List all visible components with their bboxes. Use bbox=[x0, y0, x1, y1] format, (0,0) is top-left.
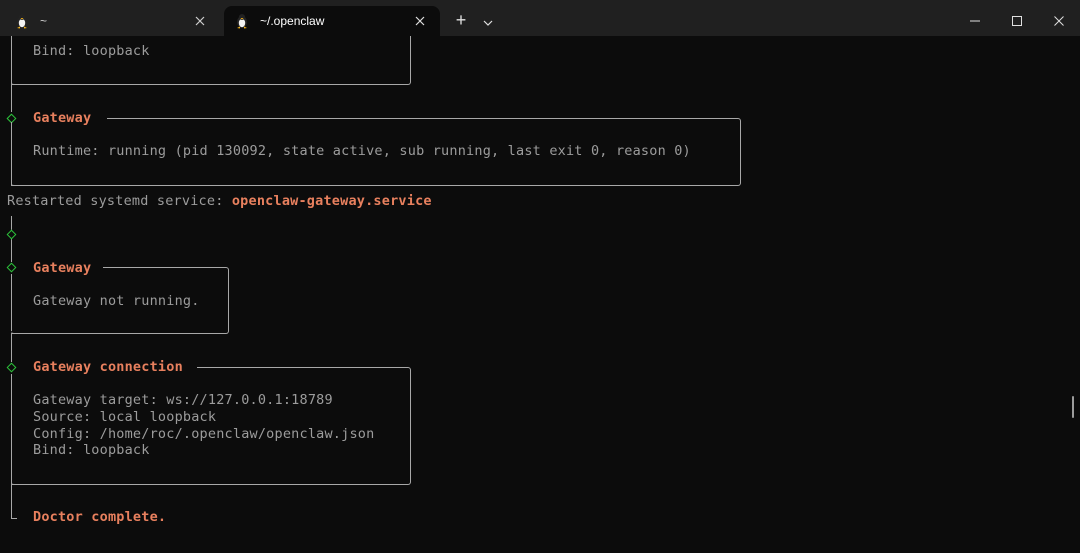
linux-penguin-icon bbox=[14, 13, 30, 29]
tab-label: ~ bbox=[40, 14, 48, 28]
bind-line: Bind: loopback bbox=[33, 43, 150, 59]
gateway-heading: Gateway bbox=[33, 110, 92, 126]
box-corner bbox=[11, 184, 21, 186]
doctor-complete: Doctor complete. bbox=[33, 509, 167, 525]
tab-home[interactable]: ~ bbox=[4, 6, 220, 36]
connection-line: Config: /home/roc/.openclaw/openclaw.jso… bbox=[33, 426, 375, 442]
connection-heading: Gateway connection bbox=[33, 359, 183, 375]
close-window-button[interactable] bbox=[1044, 6, 1074, 34]
restarted-prefix: Restarted systemd service: bbox=[7, 193, 232, 209]
minimize-icon bbox=[970, 11, 980, 30]
connection-line: Source: local loopback bbox=[33, 409, 217, 425]
terminal-output[interactable]: Bind: loopback Gateway Gateway Runtime: … bbox=[0, 36, 1080, 553]
close-icon bbox=[1054, 11, 1064, 30]
connection-line: Bind: loopback bbox=[33, 442, 150, 458]
tab-openclaw[interactable]: ~/.openclaw bbox=[224, 6, 440, 36]
scrollbar-thumb[interactable] bbox=[1072, 396, 1074, 418]
gateway-heading: Gateway bbox=[33, 260, 92, 276]
box-corner bbox=[11, 84, 23, 85]
close-tab-icon[interactable] bbox=[190, 11, 210, 31]
minimize-button[interactable] bbox=[960, 6, 990, 34]
tree-line bbox=[11, 122, 12, 186]
box-corner bbox=[11, 483, 21, 485]
box-corner bbox=[11, 332, 21, 334]
new-tab-button[interactable]: + bbox=[450, 6, 472, 34]
maximize-button[interactable] bbox=[1002, 6, 1032, 34]
connection-line: Gateway target: ws://127.0.0.1:18789 bbox=[33, 392, 333, 408]
plus-icon: + bbox=[455, 9, 467, 30]
chevron-down-icon bbox=[483, 11, 493, 30]
maximize-icon bbox=[1012, 11, 1022, 30]
restarted-line: Restarted systemd service: openclaw-gate… bbox=[7, 193, 432, 209]
linux-penguin-icon bbox=[234, 13, 250, 29]
tab-label: ~/.openclaw bbox=[260, 14, 325, 28]
title-bar: ~ ~/.openclaw + bbox=[0, 0, 1080, 36]
gateway-status-line: Gateway not running. bbox=[33, 293, 200, 309]
step-diamond-icon bbox=[6, 229, 17, 240]
close-tab-icon[interactable] bbox=[410, 11, 430, 31]
tree-end bbox=[11, 518, 17, 519]
service-name: openclaw-gateway.service bbox=[231, 193, 432, 209]
tab-dropdown-button[interactable] bbox=[478, 6, 498, 34]
runtime-line: Runtime: running (pid 130092, state acti… bbox=[33, 143, 691, 159]
